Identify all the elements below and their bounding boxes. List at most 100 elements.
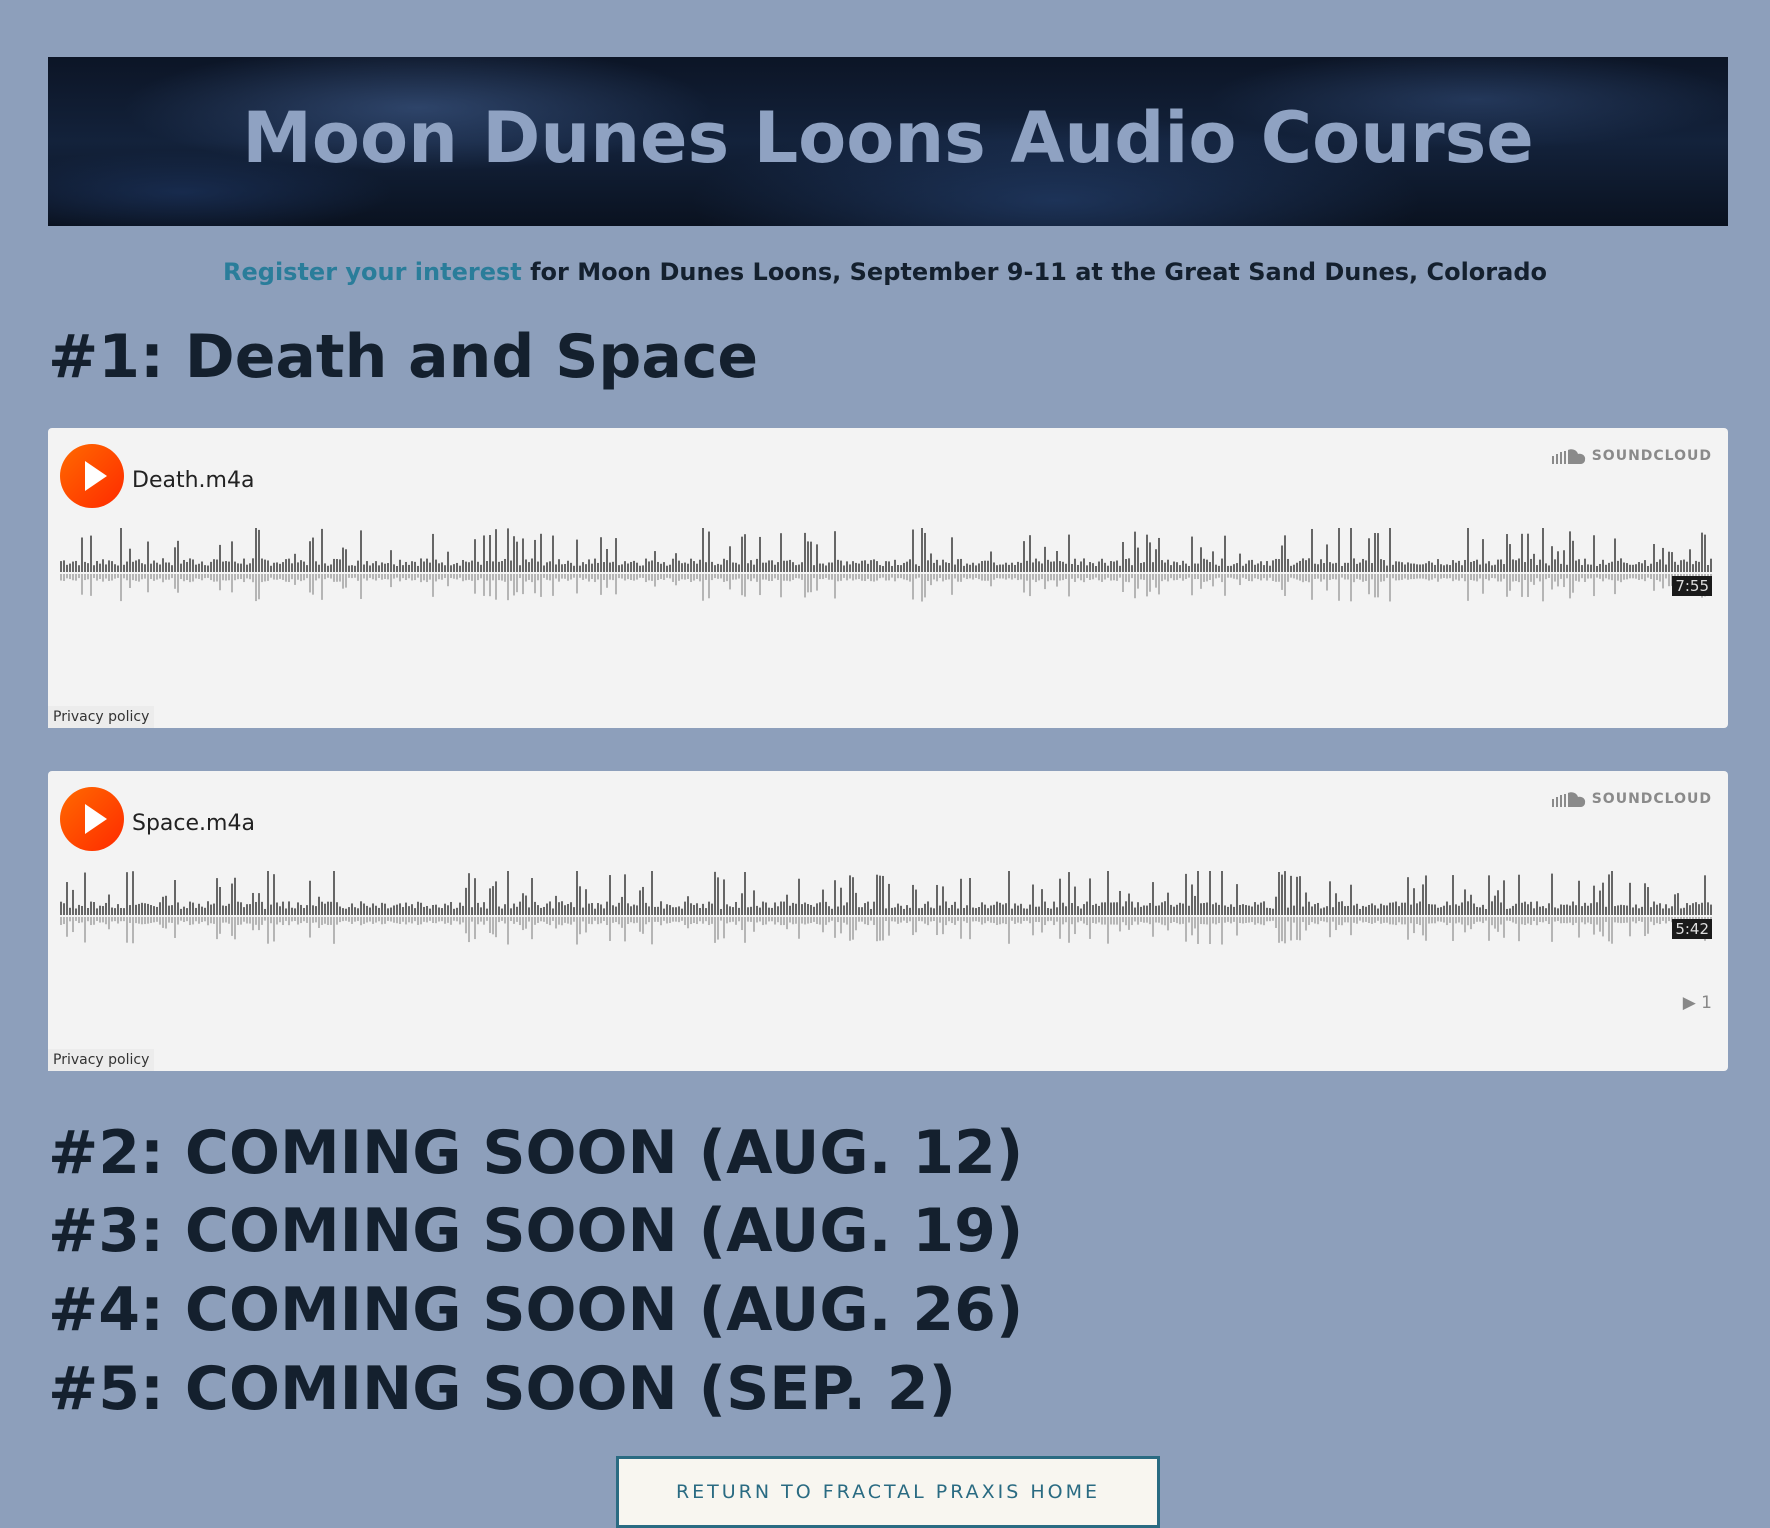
- waveform-reflection: [786, 574, 788, 581]
- waveform-reflection: [1575, 917, 1577, 923]
- waveform-bar: [330, 564, 332, 572]
- waveform-reflection: [1566, 574, 1568, 579]
- waveform-reflection: [519, 917, 521, 926]
- waveform-bar: [1179, 565, 1181, 572]
- waveform-reflection: [1392, 917, 1394, 925]
- waveform-reflection: [561, 574, 563, 579]
- waveform-bar: [963, 565, 965, 572]
- waveform-bar: [1095, 565, 1097, 572]
- waveform-reflection: [927, 917, 929, 926]
- waveform-reflection: [1011, 917, 1013, 921]
- waveform-reflection: [294, 574, 296, 585]
- play-icon[interactable]: [60, 787, 124, 851]
- waveform-bar: [171, 565, 173, 572]
- waveform-bar: [1401, 902, 1403, 915]
- return-home-button[interactable]: RETURN TO FRACTAL PRAXIS HOME: [616, 1456, 1160, 1528]
- waveform-reflection: [318, 917, 320, 928]
- waveform-reflection: [372, 574, 374, 580]
- waveform-reflection: [174, 917, 176, 938]
- soundcloud-cloud-icon: [1551, 449, 1585, 464]
- waveform-bar: [1662, 908, 1664, 915]
- track-title[interactable]: Space.m4a: [132, 811, 255, 836]
- waveform-bar: [921, 907, 923, 915]
- waveform-reflection: [1416, 574, 1418, 579]
- waveform-bar: [1605, 906, 1607, 915]
- waveform-bar: [1074, 558, 1076, 572]
- waveform-reflection: [507, 574, 509, 601]
- waveform-bar: [258, 893, 260, 915]
- waveform-bar: [714, 565, 716, 572]
- waveform-reflection: [936, 917, 938, 936]
- waveform-bar: [1323, 563, 1325, 572]
- waveform-reflection: [849, 917, 851, 941]
- waveform-reflection: [1563, 574, 1565, 588]
- waveform-reflection: [873, 574, 875, 582]
- waveform-reflection: [1260, 574, 1262, 581]
- waveform-reflection: [753, 917, 755, 932]
- soundcloud-player-death[interactable]: Death.m4a SOUNDCLOUD 7:55 Privacy policy: [48, 428, 1728, 728]
- waveform-bar: [1269, 908, 1271, 915]
- waveform-reflection: [1539, 574, 1541, 582]
- waveform[interactable]: [60, 528, 1713, 628]
- waveform-reflection: [135, 574, 137, 581]
- waveform-bar: [1653, 544, 1655, 572]
- waveform-bar: [543, 906, 545, 915]
- waveform-reflection: [459, 574, 461, 578]
- waveform-reflection: [660, 574, 662, 579]
- track-title[interactable]: Death.m4a: [132, 468, 254, 493]
- soundcloud-logo[interactable]: SOUNDCLOUD: [1551, 791, 1712, 807]
- waveform-bar: [1641, 563, 1643, 572]
- waveform-reflection: [828, 917, 830, 923]
- waveform-reflection: [1473, 574, 1475, 581]
- waveform-bar: [1587, 564, 1589, 572]
- waveform-reflection: [1086, 574, 1088, 579]
- waveform-bar: [960, 558, 962, 572]
- waveform-reflection: [1440, 917, 1442, 922]
- waveform-bar: [1428, 561, 1430, 572]
- waveform-bar: [1041, 889, 1043, 915]
- play-icon[interactable]: [60, 444, 124, 508]
- waveform-bar: [648, 561, 650, 572]
- waveform-bar: [402, 565, 404, 572]
- waveform-bar: [378, 565, 380, 572]
- waveform-bar: [1527, 904, 1529, 915]
- waveform-reflection: [345, 917, 347, 921]
- waveform-bar: [957, 559, 959, 572]
- waveform-reflection: [159, 917, 161, 925]
- waveform-reflection: [1110, 917, 1112, 925]
- waveform-reflection: [1425, 574, 1427, 580]
- waveform-reflection: [1209, 574, 1211, 580]
- waveform-bar: [1614, 538, 1616, 572]
- waveform-reflection: [1071, 574, 1073, 579]
- waveform-reflection: [504, 917, 506, 924]
- soundcloud-logo[interactable]: SOUNDCLOUD: [1551, 448, 1712, 464]
- waveform-bar: [531, 878, 533, 915]
- waveform-reflection: [516, 574, 518, 593]
- waveform-reflection: [801, 574, 803, 580]
- soundcloud-player-space[interactable]: Space.m4a SOUNDCLOUD 5:42 ▶ 1 Privacy po…: [48, 771, 1728, 1071]
- waveform-bar: [1230, 565, 1232, 572]
- waveform-reflection: [735, 917, 737, 925]
- privacy-policy-link[interactable]: Privacy policy: [48, 1049, 155, 1071]
- waveform-bar: [1050, 908, 1052, 915]
- waveform-reflection: [1260, 917, 1262, 925]
- waveform-reflection: [1593, 574, 1595, 597]
- waveform-bar: [1425, 875, 1427, 915]
- waveform-bar: [1239, 904, 1241, 915]
- waveform[interactable]: [60, 871, 1713, 971]
- waveform-reflection: [621, 917, 623, 928]
- waveform-reflection: [609, 574, 611, 580]
- waveform-bar: [75, 560, 77, 572]
- waveform-bar: [1470, 561, 1472, 572]
- privacy-policy-link[interactable]: Privacy policy: [48, 706, 155, 728]
- waveform-reflection: [1401, 917, 1403, 925]
- waveform-bar: [1482, 904, 1484, 915]
- waveform-bar: [597, 903, 599, 915]
- register-link[interactable]: Register your interest: [223, 258, 522, 286]
- waveform-bar: [1038, 561, 1040, 572]
- waveform-reflection: [198, 917, 200, 924]
- waveform-bar: [1050, 561, 1052, 572]
- waveform-bar: [1185, 563, 1187, 572]
- waveform-bar: [483, 535, 485, 572]
- waveform-reflection: [1452, 917, 1454, 941]
